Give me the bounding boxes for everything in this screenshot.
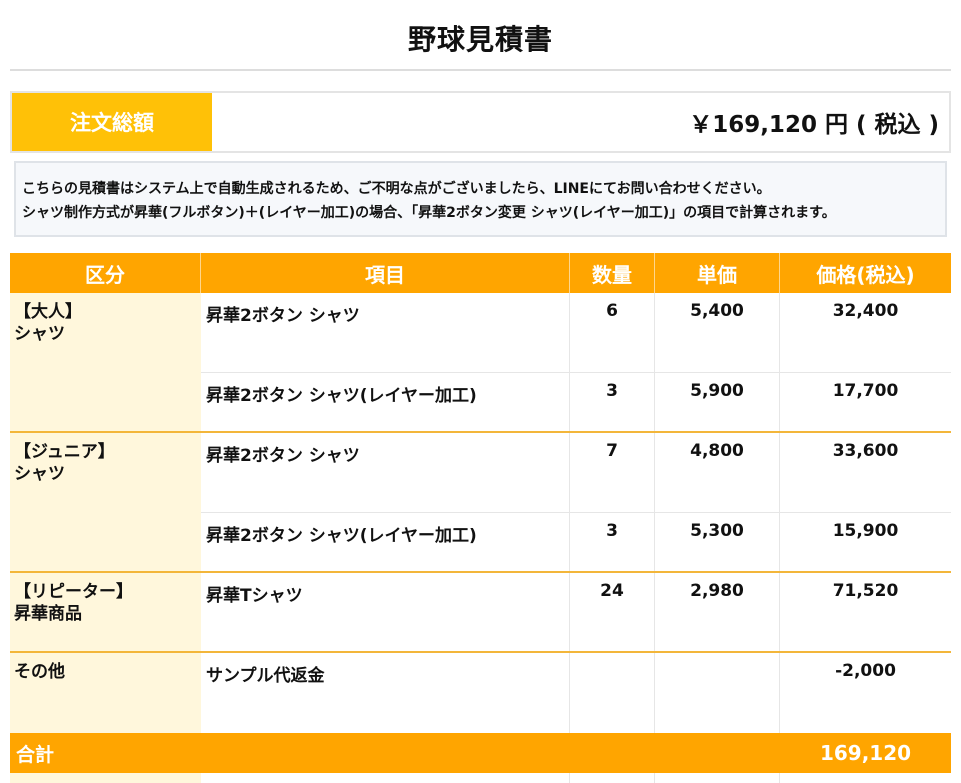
group-label-line1: その他 [14, 662, 65, 682]
table-header: 区分 項目 数量 単価 価格(税込) [10, 253, 951, 293]
order-total-box: 注文総額 ￥169,120 円 ( 税込 ) [10, 91, 951, 153]
total-row: 合計 169,120 [10, 733, 951, 773]
header-unit: 単価 [655, 253, 780, 293]
notice-line-2: シャツ制作方式が昇華(フルボタン)＋(レイヤー加工)の場合、「昇華2ボタン変更 … [22, 205, 836, 221]
row-price: 33,600 [832, 441, 899, 461]
header-qty: 数量 [570, 253, 655, 293]
order-total-value: ￥169,120 円 ( 税込 ) [689, 112, 939, 138]
row-item: サンプル代返金 [201, 653, 570, 733]
row-price: 15,900 [832, 521, 899, 541]
notice-line-1: こちらの見積書はシステム上で自動生成されるため、ご不明な点がございましたら、LI… [22, 181, 771, 197]
group-repeater: 【リピーター】 昇華商品 昇華Tシャツ 24 2,980 71,520 [10, 573, 951, 653]
group-label-line2: 昇華商品 [14, 604, 82, 624]
row-item: 昇華2ボタン シャツ [201, 433, 570, 512]
header-kubun: 区分 [10, 253, 201, 293]
table-tail [10, 773, 951, 783]
row-unit [655, 653, 780, 733]
row-price: 71,520 [832, 581, 899, 601]
page-title: 野球見積書 [407, 23, 553, 56]
table-row: 昇華2ボタン シャツ(レイヤー加工) 3 5,900 17,700 [201, 373, 951, 431]
row-qty: 3 [570, 513, 655, 571]
row-qty [570, 653, 655, 733]
table-row: 昇華2ボタン シャツ 6 5,400 32,400 [201, 293, 951, 373]
total-label: 合計 [16, 743, 55, 766]
row-price: 32,400 [832, 301, 899, 321]
notice-box: こちらの見積書はシステム上で自動生成されるため、ご不明な点がございましたら、LI… [14, 161, 947, 237]
row-price: 17,700 [832, 381, 899, 401]
row-qty: 24 [570, 573, 655, 651]
table-row: サンプル代返金 -2,000 [201, 653, 951, 733]
group-label-line1: 【大人】 [14, 302, 82, 322]
group-junior: 【ジュニア】 シャツ 昇華2ボタン シャツ 7 4,800 33,600 昇華2… [10, 433, 951, 573]
group-label: その他 [10, 653, 201, 733]
row-item: 昇華Tシャツ [201, 573, 570, 651]
row-item: 昇華2ボタン シャツ(レイヤー加工) [201, 513, 570, 571]
row-item: 昇華2ボタン シャツ(レイヤー加工) [201, 373, 570, 431]
group-label-line2: シャツ [14, 464, 65, 484]
group-adult: 【大人】 シャツ 昇華2ボタン シャツ 6 5,400 32,400 昇華2ボタ… [10, 293, 951, 433]
group-label: 【ジュニア】 シャツ [10, 433, 201, 571]
table-row: 昇華2ボタン シャツ(レイヤー加工) 3 5,300 15,900 [201, 513, 951, 571]
header-item: 項目 [201, 253, 570, 293]
row-qty: 6 [570, 293, 655, 372]
group-label: 【リピーター】 昇華商品 [10, 573, 201, 651]
row-qty: 3 [570, 373, 655, 431]
row-unit: 2,980 [655, 573, 780, 651]
row-unit: 5,400 [655, 293, 780, 372]
row-price: -2,000 [835, 661, 896, 681]
table-row: 昇華Tシャツ 24 2,980 71,520 [201, 573, 951, 651]
row-unit: 5,300 [655, 513, 780, 571]
group-label-line1: 【リピーター】 [14, 582, 133, 602]
total-value: 169,120 [819, 741, 912, 765]
row-unit: 5,900 [655, 373, 780, 431]
title-divider [10, 69, 951, 71]
group-label-line1: 【ジュニア】 [14, 442, 115, 462]
estimate-table: 区分 項目 数量 単価 価格(税込) 【大人】 シャツ 昇華2ボタン シャツ 6… [10, 253, 951, 783]
group-other: その他 サンプル代返金 -2,000 [10, 653, 951, 733]
group-label-line2: シャツ [14, 324, 65, 344]
header-price: 価格(税込) [816, 262, 915, 287]
row-item: 昇華2ボタン シャツ [201, 293, 570, 372]
table-row: 昇華2ボタン シャツ 7 4,800 33,600 [201, 433, 951, 513]
row-qty: 7 [570, 433, 655, 512]
order-total-label: 注文総額 [12, 93, 212, 151]
row-unit: 4,800 [655, 433, 780, 512]
group-label: 【大人】 シャツ [10, 293, 201, 431]
